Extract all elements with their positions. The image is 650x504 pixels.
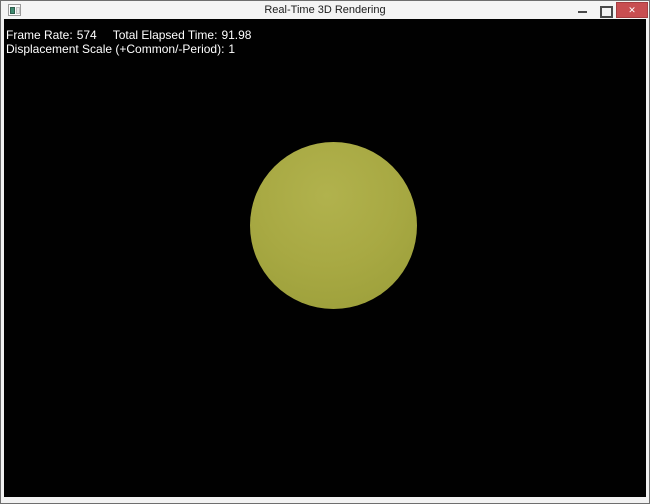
- minimize-icon[interactable]: [572, 1, 594, 19]
- displacement-scale-value: 1: [228, 42, 236, 56]
- close-icon[interactable]: ✕: [616, 2, 648, 18]
- frame-rate-value: 574: [76, 28, 97, 42]
- app-window: Real-Time 3D Rendering ✕ Frame Rate: 574 T…: [0, 0, 650, 504]
- hud-line-scale: Displacement Scale (+Common/-Period): 1: [6, 42, 251, 56]
- title-bar[interactable]: Real-Time 3D Rendering ✕: [1, 1, 649, 19]
- caption-controls: ✕: [572, 1, 649, 19]
- maximize-icon[interactable]: [594, 1, 616, 19]
- elapsed-time-label: Total Elapsed Time:: [112, 28, 218, 42]
- hud-line-stats: Frame Rate: 574 Total Elapsed Time: 91.98: [6, 28, 251, 42]
- render-viewport[interactable]: Frame Rate: 574 Total Elapsed Time: 91.98 D…: [4, 19, 646, 497]
- displacement-scale-label: Displacement Scale (+Common/-Period):: [6, 42, 225, 56]
- rendered-sphere: [250, 142, 417, 309]
- window-title: Real-Time 3D Rendering: [264, 4, 386, 16]
- hud-overlay: Frame Rate: 574 Total Elapsed Time: 91.98 D…: [6, 28, 251, 56]
- frame-rate-label: Frame Rate:: [6, 28, 73, 42]
- elapsed-time-value: 91.98: [221, 28, 252, 42]
